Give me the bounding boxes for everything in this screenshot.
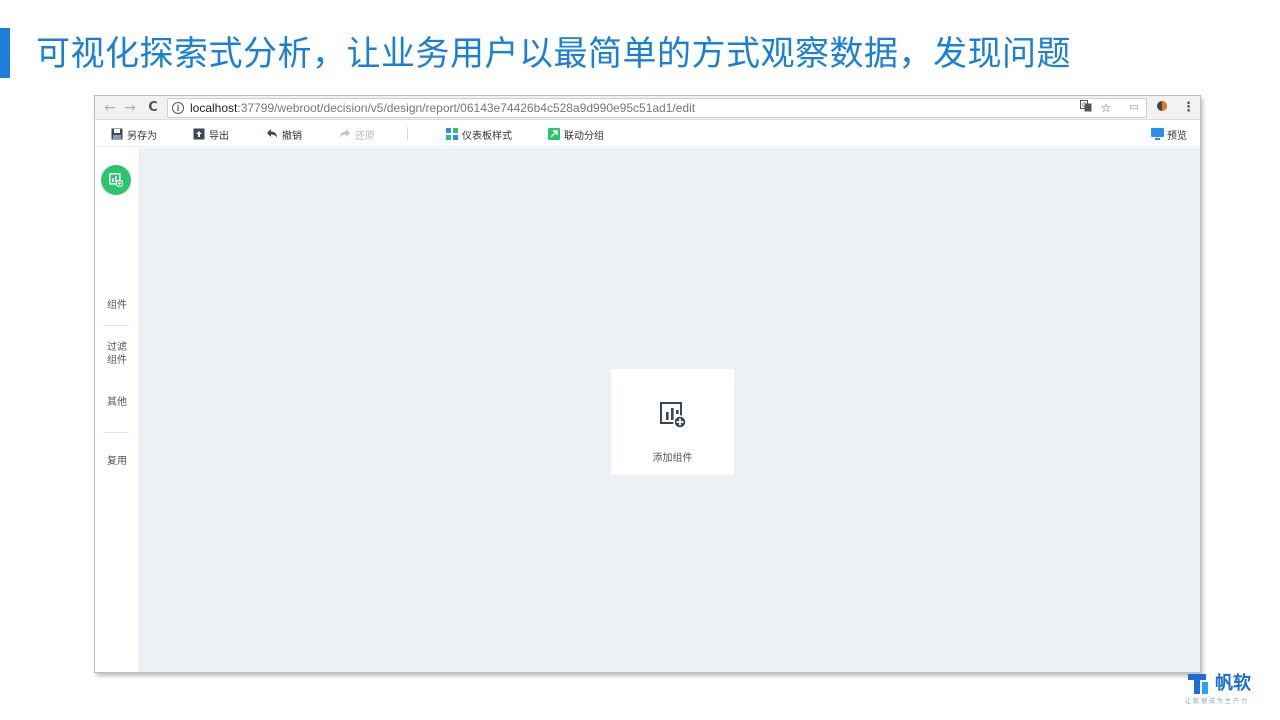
add-chart-icon [109, 173, 123, 187]
dashboard-style-label: 仪表板样式 [462, 130, 512, 142]
slide-title-accent-bar [0, 28, 10, 78]
sidebar-item-components[interactable]: 组件 [95, 299, 139, 312]
sidebar-item-filter-line2: 组件 [107, 355, 127, 366]
sidebar-item-filter[interactable]: 过滤 组件 [95, 341, 139, 367]
translate-icon[interactable]: G [1078, 100, 1094, 116]
info-icon[interactable]: i [172, 102, 184, 114]
brand-logo: 帆软 让数据成为生产力 [1185, 672, 1275, 708]
back-arrow-icon[interactable]: ← [101, 99, 119, 117]
url-path: :37799/webroot/decision/v5/design/report… [237, 101, 696, 115]
save-icon [111, 128, 123, 140]
redo-icon [339, 128, 351, 140]
sidebar-item-filter-line1: 过滤 [107, 342, 127, 353]
url-input[interactable]: i localhost:37799/webroot/decision/v5/de… [167, 98, 1147, 118]
dashboard-canvas[interactable]: 添加组件 [140, 148, 1200, 672]
brand-name: 帆软 [1215, 673, 1251, 694]
undo-icon [266, 128, 278, 140]
preview-button[interactable]: 预览 [1151, 126, 1187, 142]
export-icon [193, 128, 205, 140]
url-host: localhost [190, 101, 238, 115]
refresh-icon[interactable]: C [144, 99, 162, 117]
svg-text:G: G [1082, 102, 1087, 109]
dashboard-style-icon [446, 128, 458, 140]
brand-logo-icon [1188, 674, 1208, 694]
redo-label: 还原 [355, 130, 375, 142]
design-toolbar: 另存为 导出 撤销 还原 仪表板样式 联动分组 预览 [95, 121, 1200, 147]
undo-button[interactable]: 撤销 [266, 126, 302, 142]
sidebar-item-other[interactable]: 其他 [95, 396, 139, 409]
star-icon[interactable]: ☆ [1098, 100, 1114, 116]
toolbar-divider [407, 127, 408, 141]
add-component-card[interactable]: 添加组件 [611, 369, 734, 475]
component-sidebar: 组件 过滤 组件 其他 复用 [95, 148, 140, 672]
save-as-label: 另存为 [127, 130, 157, 142]
forward-arrow-icon[interactable]: → [121, 99, 139, 117]
export-button[interactable]: 导出 [193, 126, 229, 142]
sidebar-divider [103, 432, 129, 433]
browser-address-bar: ← → C i localhost:37799/webroot/decision… [95, 96, 1200, 120]
linkage-group-label: 联动分组 [564, 130, 604, 142]
export-label: 导出 [209, 130, 229, 142]
redo-button[interactable]: 还原 [339, 126, 375, 142]
browser-window: ← → C i localhost:37799/webroot/decision… [94, 95, 1201, 673]
sidebar-item-reuse[interactable]: 复用 [95, 455, 139, 468]
save-as-button[interactable]: 另存为 [111, 126, 157, 142]
add-chart-icon [660, 402, 687, 429]
extension-logo-icon[interactable] [1153, 100, 1171, 116]
menu-icon[interactable]: ⋮ [1182, 100, 1195, 116]
brand-slogan: 让数据成为生产力 [1185, 698, 1250, 705]
add-component-label: 添加组件 [652, 453, 693, 464]
extension-icon[interactable]: ▭ [1125, 100, 1143, 116]
sidebar-item-components-icon[interactable] [101, 165, 131, 195]
linkage-icon [548, 128, 560, 140]
undo-label: 撤销 [282, 130, 302, 142]
sidebar-divider [103, 325, 129, 326]
slide-title: 可视化探索式分析，让业务用户以最简单的方式观察数据，发现问题 [36, 34, 1071, 74]
preview-label: 预览 [1167, 130, 1187, 142]
monitor-icon [1151, 128, 1164, 140]
linkage-group-button[interactable]: 联动分组 [548, 126, 604, 142]
url-text: localhost:37799/webroot/decision/v5/desi… [190, 100, 695, 116]
dashboard-style-button[interactable]: 仪表板样式 [446, 126, 512, 142]
